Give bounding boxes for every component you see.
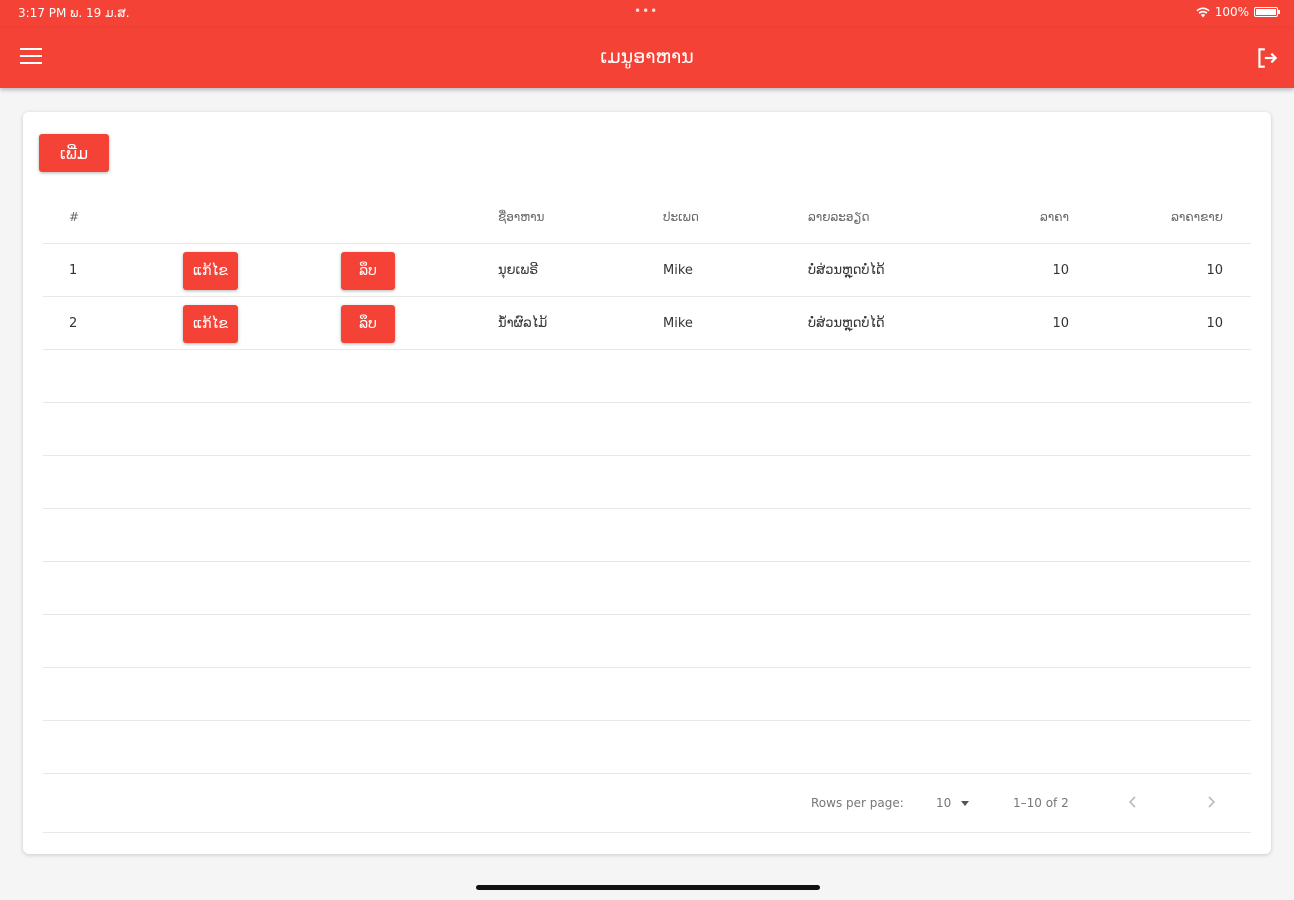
home-indicator: [476, 885, 820, 890]
food-category: Mike: [663, 262, 693, 278]
chevron-left-icon[interactable]: [1123, 792, 1143, 812]
empty-row: [43, 456, 1251, 509]
food-name: ນຸຍເພຣີ: [498, 262, 539, 278]
food-description: ບໍ່ສ່ວນຫຼຸດບໍ່ໄດ້: [808, 315, 885, 331]
delete-button[interactable]: ລຶບ: [341, 252, 395, 290]
header-category: ປະເພດ: [663, 209, 699, 224]
row-number: 1: [69, 262, 78, 278]
table-row: 2 ແກ້ໄຂ ລຶບ ນ້ຳຜົລໄມ້ Mike ບໍ່ສ່ວນຫຼຸດບໍ…: [43, 297, 1251, 350]
food-table: # ຊື່ອາຫານ ປະເພດ ລາຍລະອຽດ ລາຄາ ລາຄາຂາຍ 1…: [43, 190, 1251, 833]
row-number: 2: [69, 315, 78, 331]
empty-row: [43, 562, 1251, 615]
page-title: ເມນູອາຫານ: [600, 46, 694, 68]
pagination: Rows per page: 10 1–10 of 2: [43, 774, 1251, 833]
pagination-range: 1–10 of 2: [1013, 796, 1069, 810]
battery-percent: 100%: [1214, 5, 1249, 19]
header-description: ລາຍລະອຽດ: [808, 209, 870, 224]
table-row: 1 ແກ້ໄຂ ລຶບ ນຸຍເພຣີ Mike ບໍ່ສ່ວນຫຼຸດບໍ່ໄ…: [43, 244, 1251, 297]
rows-per-page-select[interactable]: 10: [936, 796, 970, 810]
rows-per-page-label: Rows per page:: [811, 796, 904, 810]
empty-row: [43, 615, 1251, 668]
food-sale-price: 10: [1206, 315, 1223, 331]
battery-icon: [1254, 7, 1280, 17]
header-food-name: ຊື່ອາຫານ: [498, 209, 545, 224]
empty-row: [43, 509, 1251, 562]
edit-button[interactable]: ແກ້ໄຂ: [183, 305, 238, 343]
battery-level: [1256, 9, 1276, 15]
status-bar: 3:17 PM ພ. 19 ມ.ສ. ••• 100%: [0, 0, 1294, 28]
logout-icon[interactable]: [1254, 45, 1280, 71]
add-button[interactable]: ເພີ່ມ: [39, 134, 109, 172]
edit-button[interactable]: ແກ້ໄຂ: [183, 252, 238, 290]
multitasking-dots[interactable]: •••: [634, 4, 658, 18]
header-number: #: [69, 209, 80, 224]
chevron-right-icon[interactable]: [1201, 792, 1221, 812]
header-sale-price: ລາຄາຂາຍ: [1171, 209, 1223, 224]
empty-row: [43, 403, 1251, 456]
status-indicators: 100%: [1196, 5, 1280, 19]
caret-down-icon: [961, 800, 970, 806]
food-menu-card: ເພີ່ມ # ຊື່ອາຫານ ປະເພດ ລາຍລະອຽດ ລາຄາ ລາຄ…: [23, 112, 1271, 854]
food-price: 10: [1052, 315, 1069, 331]
empty-row: [43, 721, 1251, 774]
food-description: ບໍ່ສ່ວນຫຼຸດບໍ່ໄດ້: [808, 262, 885, 278]
food-category: Mike: [663, 315, 693, 331]
delete-button[interactable]: ລຶບ: [341, 305, 395, 343]
status-time: 3:17 PM ພ. 19 ມ.ສ.: [18, 6, 130, 20]
food-price: 10: [1052, 262, 1069, 278]
header-price: ລາຄາ: [1040, 209, 1069, 224]
food-sale-price: 10: [1206, 262, 1223, 278]
empty-row: [43, 350, 1251, 403]
app-bar: ເມນູອາຫານ: [0, 28, 1294, 88]
food-name: ນ້ຳຜົລໄມ້: [498, 315, 548, 331]
wifi-icon: [1196, 6, 1210, 17]
empty-row: [43, 668, 1251, 721]
table-header: # ຊື່ອາຫານ ປະເພດ ລາຍລະອຽດ ລາຄາ ລາຄາຂາຍ: [43, 190, 1251, 244]
rows-per-page-value: 10: [936, 796, 952, 810]
